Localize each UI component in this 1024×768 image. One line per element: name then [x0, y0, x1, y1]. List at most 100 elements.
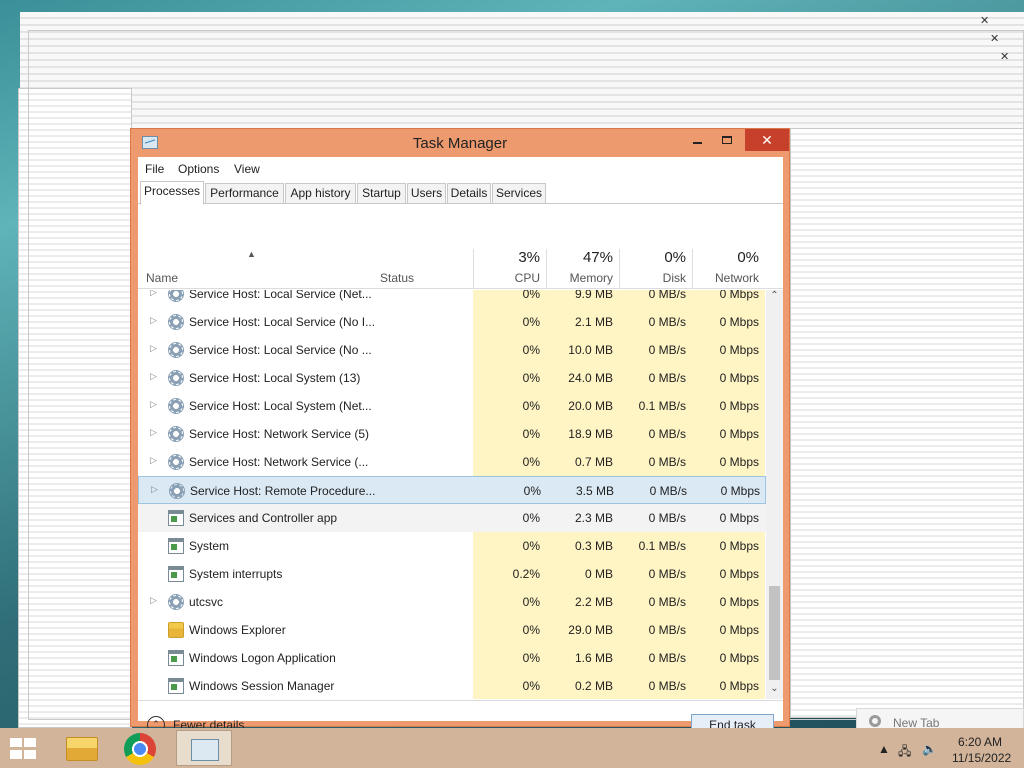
ghost-close-icon: ✕ — [1000, 51, 1010, 63]
column-status[interactable]: Status — [380, 271, 414, 285]
process-name: Service Host: Network Service (5) — [189, 427, 370, 441]
process-name: Service Host: Local Service (No I... — [189, 315, 376, 329]
window-app-icon — [168, 650, 184, 666]
process-row[interactable]: System interrupts 0.2% 0 MB 0 MB/s 0 Mbps — [138, 560, 766, 588]
title-bar[interactable]: Task Manager ✕ — [131, 129, 789, 157]
process-row[interactable]: System 0% 0.3 MB 0.1 MB/s 0 Mbps — [138, 532, 766, 560]
process-row[interactable]: Services and Controller app 0% 2.3 MB 0 MB/… — [138, 504, 766, 532]
expand-arrow-icon[interactable]: ▷ — [150, 399, 157, 410]
process-disk: 0 MB/s — [648, 290, 686, 301]
process-row[interactable]: ▷ utcsvc 0% 2.2 MB 0 MB/s 0 Mbps — [138, 588, 766, 616]
process-name: Service Host: Local Service (Net... — [189, 290, 372, 301]
process-name: System — [189, 539, 230, 553]
process-network: 0 Mbps — [719, 623, 759, 637]
menu-options[interactable]: Options — [178, 162, 219, 176]
process-network: 0 Mbps — [719, 679, 759, 693]
process-cpu: 0% — [523, 484, 541, 498]
process-row[interactable]: Windows Explorer 0% 29.0 MB 0 MB/s 0 Mbps — [138, 616, 766, 644]
process-network: 0 Mbps — [719, 595, 759, 609]
process-memory: 2.1 MB — [574, 315, 613, 329]
tab-services[interactable]: Services — [492, 183, 546, 204]
process-row[interactable]: ▷ Service Host: Local System (Net... 0% 20.… — [138, 392, 766, 420]
process-disk: 0 MB/s — [648, 455, 686, 469]
process-name: Services and Controller app — [189, 511, 338, 525]
process-disk: 0 MB/s — [648, 595, 686, 609]
process-name: Windows Explorer — [189, 623, 286, 637]
taskbar-task-manager[interactable] — [176, 730, 232, 766]
process-cpu: 0% — [522, 511, 540, 525]
close-button[interactable]: ✕ — [745, 129, 789, 151]
tab-details[interactable]: Details — [447, 183, 491, 204]
menu-bar: File Options View — [138, 157, 783, 181]
clock-date[interactable]: 11/15/2022 — [952, 751, 1011, 765]
menu-view[interactable]: View — [234, 162, 260, 176]
process-cpu: 0% — [522, 595, 540, 609]
expand-arrow-icon[interactable]: ▷ — [150, 343, 157, 354]
window-app-icon — [168, 678, 184, 694]
process-row[interactable]: ▷ Service Host: Remote Procedure... 0% 3.5 … — [138, 476, 766, 504]
process-memory: 29.0 MB — [568, 623, 613, 637]
process-row[interactable]: ▷ Service Host: Network Service (... 0% 0.7… — [138, 448, 766, 476]
column-divider — [473, 249, 474, 289]
expand-arrow-icon[interactable]: ▷ — [150, 595, 157, 606]
scroll-thumb[interactable] — [769, 586, 780, 680]
process-row[interactable]: ▷ Service Host: Local Service (No ... 0% 10… — [138, 336, 766, 364]
column-name[interactable]: Name — [146, 271, 178, 285]
scroll-down-icon[interactable]: ⌄ — [766, 683, 783, 699]
process-disk: 0 MB/s — [648, 343, 686, 357]
scroll-up-icon[interactable]: ⌃ — [766, 290, 783, 306]
process-row[interactable]: Windows Session Manager 0% 0.2 MB 0 MB/s 0 M… — [138, 672, 766, 699]
expand-arrow-icon[interactable]: ▷ — [150, 290, 157, 298]
process-cpu: 0% — [522, 679, 540, 693]
process-memory: 24.0 MB — [568, 371, 613, 385]
expand-arrow-icon[interactable]: ▷ — [150, 315, 157, 326]
minimize-icon — [692, 142, 702, 144]
window-client-area: File Options View Processes Performance … — [138, 157, 783, 737]
tab-app-history[interactable]: App history — [285, 183, 356, 204]
windows-logo-icon — [10, 750, 22, 759]
expand-arrow-icon[interactable]: ▷ — [150, 455, 157, 466]
column-memory[interactable]: Memory — [546, 271, 613, 285]
minimize-button[interactable] — [684, 129, 710, 151]
process-row[interactable]: ▷ Service Host: Local Service (No I... 0% 2… — [138, 308, 766, 336]
taskbar-chrome[interactable] — [112, 730, 168, 766]
menu-file[interactable]: File — [145, 162, 164, 176]
process-name: System interrupts — [189, 567, 283, 581]
window-app-icon — [168, 538, 184, 554]
process-cpu: 0% — [522, 539, 540, 553]
show-hidden-icons-icon[interactable]: ▲ — [878, 742, 890, 756]
network-icon[interactable]: 🖧 — [898, 742, 911, 763]
expand-arrow-icon[interactable]: ▷ — [150, 371, 157, 382]
tab-performance[interactable]: Performance — [205, 183, 284, 204]
expand-arrow-icon[interactable]: ▷ — [150, 427, 157, 438]
gear-icon — [168, 342, 184, 358]
column-disk[interactable]: Disk — [619, 271, 686, 285]
process-name: Service Host: Local System (Net... — [189, 399, 372, 413]
column-cpu[interactable]: CPU — [484, 271, 540, 285]
process-cpu: 0% — [522, 455, 540, 469]
process-row[interactable]: ▷ Service Host: Local System (13) 0% 24.0 M… — [138, 364, 766, 392]
process-row[interactable]: ▷ Service Host: Network Service (5) 0% 18.9… — [138, 420, 766, 448]
process-network: 0 Mbps — [719, 343, 759, 357]
sort-ascending-icon[interactable]: ▲ — [247, 249, 256, 259]
tab-processes[interactable]: Processes — [140, 181, 204, 205]
process-row[interactable]: ▷ Service Host: Local Service (Net... 0% 9.… — [138, 290, 766, 308]
process-name: Service Host: Local Service (No ... — [189, 343, 372, 357]
column-network[interactable]: Network — [692, 271, 759, 285]
process-memory: 20.0 MB — [568, 399, 613, 413]
taskbar-file-explorer[interactable] — [52, 730, 108, 766]
tab-startup[interactable]: Startup — [357, 183, 406, 204]
vertical-scrollbar[interactable]: ⌃ ⌄ — [766, 290, 783, 699]
ghost-window — [790, 128, 1024, 718]
expand-arrow-icon[interactable]: ▷ — [151, 484, 158, 495]
tab-users[interactable]: Users — [407, 183, 446, 204]
gear-icon — [168, 454, 184, 470]
maximize-button[interactable] — [714, 129, 740, 151]
process-cpu: 0% — [522, 290, 540, 301]
start-button[interactable] — [8, 738, 40, 760]
table-header: ▲ Name Status 3% CPU 47% Memory 0% Disk … — [138, 205, 783, 289]
volume-icon[interactable]: 🔈 — [922, 742, 937, 756]
gear-icon — [168, 370, 184, 386]
process-row[interactable]: Windows Logon Application 0% 1.6 MB 0 MB/s 0… — [138, 644, 766, 672]
clock-time[interactable]: 6:20 AM — [958, 735, 1002, 749]
